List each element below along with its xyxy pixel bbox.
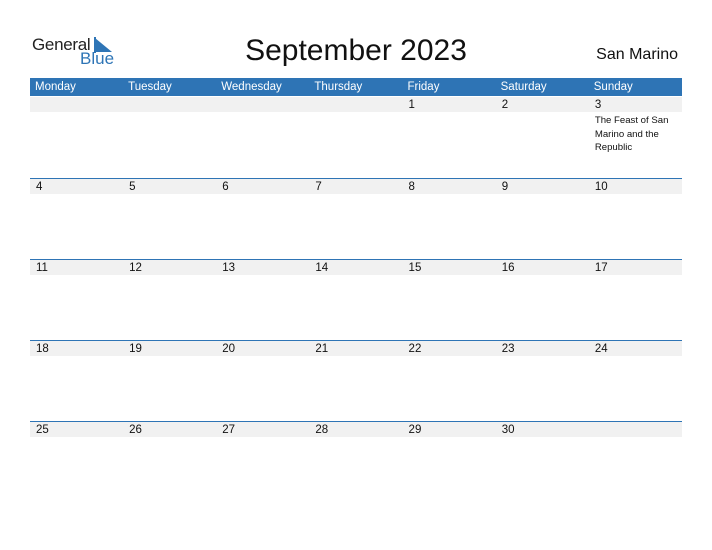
day-cell: 20 [216,341,309,421]
day-number: 7 [315,181,322,193]
weekday-saturday: Saturday [500,81,547,93]
weekday-monday: Monday [35,81,76,93]
day-cell: 16 [496,260,589,340]
day-cell: 12 [123,260,216,340]
day-cell: 25 [30,422,123,502]
day-number: 14 [315,262,329,274]
day-number: 8 [408,181,415,193]
day-number: 2 [501,99,509,111]
weekday-thursday: Thursday [314,81,363,93]
day-number: 9 [501,181,509,193]
country-label: San Marino [596,46,678,63]
day-cell: 17 [589,260,682,340]
day-cell: 14 [309,260,402,340]
day-number: 27 [222,424,236,436]
holiday-event: The Feast of San Marino and the Republic [594,115,669,153]
week-row: 1 2 3 The Feast of San Marino and the Repub… [30,96,682,177]
day-number: 12 [129,262,142,274]
weekday-sunday: Sunday [593,81,633,93]
day-cell: 11 [30,260,123,340]
day-cell: 22 [403,341,496,421]
day-cell [309,97,402,177]
day-cell: 29 [403,422,496,502]
week-row: 4 5 6 7 8 9 10 [30,178,682,259]
day-number: 4 [36,181,43,193]
day-number: 19 [129,343,142,355]
day-number: 6 [222,181,229,193]
day-number: 3 [594,99,602,111]
day-cell: 19 [123,341,216,421]
day-cell: 7 [309,179,402,259]
weekday-wednesday: Wednesday [221,81,282,93]
day-cell: 3 The Feast of San Marino and the Republi… [589,97,682,177]
day-number: 17 [594,262,608,274]
day-number: 5 [129,181,136,193]
day-cell [123,97,216,177]
day-number: 15 [408,262,422,274]
day-cell: 6 [216,179,309,259]
day-number: 29 [408,424,422,436]
day-number: 30 [501,424,515,436]
day-cell: 23 [496,341,589,421]
day-cell: 21 [309,341,402,421]
day-cell: 2 [496,97,589,177]
day-cell: 28 [309,422,402,502]
day-cell [216,97,309,177]
day-cell: 8 [403,179,496,259]
week-row: 18 19 20 21 22 23 24 [30,340,682,421]
day-cell: 1 [403,97,496,177]
day-number: 10 [594,181,608,193]
day-cell: 26 [123,422,216,502]
day-number: 13 [222,262,236,274]
weekday-header: Monday Tuesday Wednesday Thursday Friday… [30,78,682,96]
day-number: 24 [594,343,608,355]
day-number: 28 [315,424,329,436]
day-cell: 27 [216,422,309,502]
day-number: 26 [129,424,142,436]
day-number: 18 [36,343,49,355]
day-cell: 9 [496,179,589,259]
day-number: 23 [501,343,515,355]
day-number: 1 [408,99,415,111]
day-cell [589,422,682,502]
day-cell: 18 [30,341,123,421]
day-number: 21 [315,343,329,355]
day-cell: 10 [589,179,682,259]
day-cell [30,97,123,177]
day-number: 25 [36,424,49,436]
weekday-tuesday: Tuesday [128,81,172,93]
day-number: 16 [501,262,515,274]
day-number: 11 [36,262,48,274]
week-row: 11 12 13 14 15 16 17 [30,259,682,340]
day-cell: 5 [123,179,216,259]
day-cell: 15 [403,260,496,340]
day-cell: 30 [496,422,589,502]
day-cell: 24 [589,341,682,421]
day-number: 20 [222,343,236,355]
day-number: 22 [408,343,422,355]
day-cell: 13 [216,260,309,340]
week-row: 25 26 27 28 29 30 [30,421,682,502]
day-cell: 4 [30,179,123,259]
weekday-friday: Friday [407,81,440,93]
